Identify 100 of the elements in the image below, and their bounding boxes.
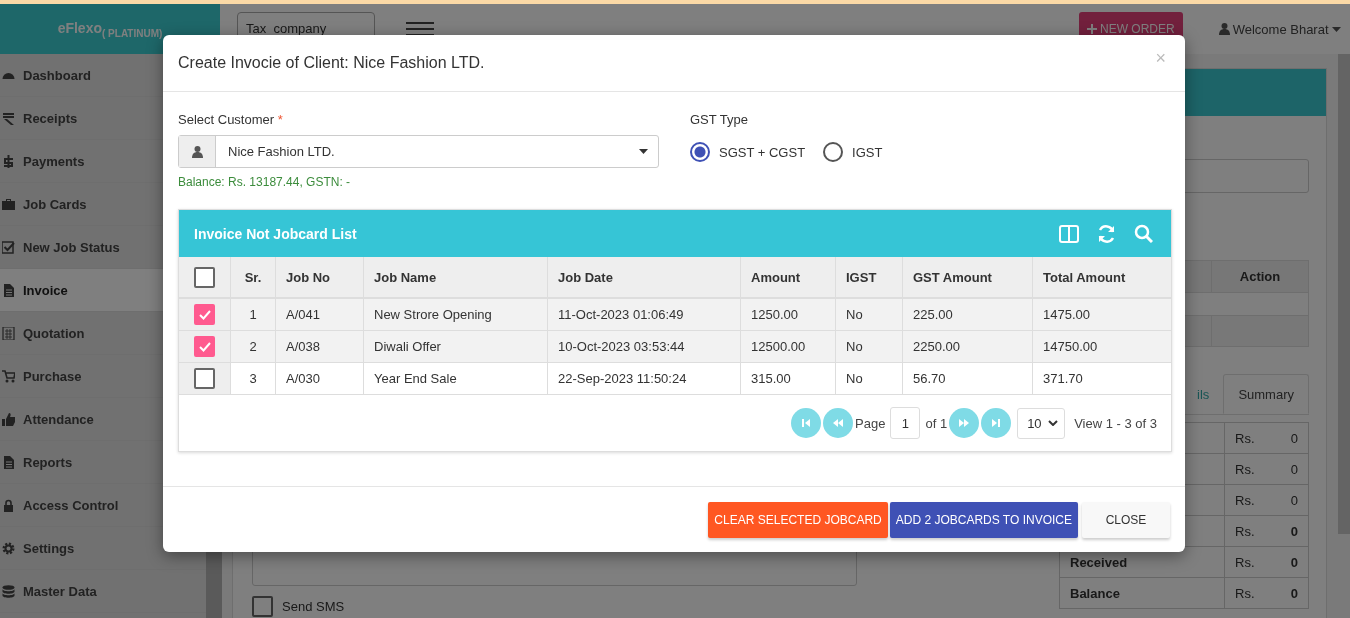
table-row[interactable]: 3 A/030 Year End Sale 22-Sep-2023 11:50:24 315.00 No 56.70 371.70: [179, 363, 1171, 395]
table-cell: 56.70: [913, 371, 946, 386]
table-cell: 11-Oct-2023 01:06:49: [558, 307, 684, 322]
columns-icon[interactable]: [1059, 224, 1079, 243]
table-cell: 0: [1290, 523, 1298, 539]
rupee-icon: [2, 111, 15, 125]
check-icon: [198, 309, 211, 320]
dollar-icon: [2, 154, 15, 168]
table-cell: No: [846, 339, 863, 354]
page-input[interactable]: 1: [890, 407, 921, 439]
table-cell: A/030: [286, 371, 320, 386]
search-icon[interactable]: [1134, 224, 1153, 243]
radio-option[interactable]: IGST: [823, 142, 883, 162]
table-cell: 3: [249, 371, 257, 386]
dialog-button[interactable]: CLOSE: [1082, 501, 1170, 538]
table-cell: 1475.00: [1043, 307, 1090, 322]
table-cell: 0: [1290, 585, 1298, 601]
brand-name: eFlexo$_{( PLATINUM)}$: [57, 19, 163, 39]
scrollbar[interactable]: [1338, 54, 1350, 534]
refresh-icon[interactable]: [1097, 224, 1116, 243]
tab[interactable]: Summary: [1223, 374, 1309, 414]
skip-back-icon: [801, 418, 812, 428]
table-row[interactable]: 2 A/038 Diwali Offer 10-Oct-2023 03:53:44 12500.00 No 2250.00 14750.00: [179, 331, 1171, 363]
table-cell: 2250.00: [913, 339, 960, 354]
last-page-button[interactable]: [981, 408, 1012, 438]
caret-icon: [1331, 26, 1341, 32]
table-cell: 371.70: [1043, 371, 1083, 386]
table-cell: Diwali Offer: [374, 339, 441, 354]
radio-button[interactable]: [823, 142, 844, 162]
next-page-button[interactable]: [949, 408, 980, 438]
fast-forward-icon: [958, 418, 971, 428]
radio-option[interactable]: SGST + CGST: [690, 142, 806, 162]
caret-icon: [639, 149, 648, 154]
radio-button[interactable]: [690, 142, 710, 162]
table-cell: Rs.: [1235, 585, 1255, 601]
thumbs-up-icon: [2, 412, 15, 426]
dialog-button[interactable]: ADD 2 JOBCARDS TO INVOICE: [889, 501, 1078, 538]
record-count: View 1 - 3 of 3: [1074, 415, 1157, 431]
table-cell: New Strore Opening: [374, 307, 492, 322]
row-checkbox[interactable]: [194, 336, 215, 357]
column-header[interactable]: Sr.: [231, 257, 276, 297]
table-cell: 315.00: [751, 371, 791, 386]
column-header[interactable]: Job No: [276, 257, 364, 297]
table-cell: 0: [1290, 492, 1298, 508]
table-cell: 2: [249, 339, 257, 354]
row-checkbox[interactable]: [194, 304, 215, 325]
customer-select[interactable]: Nice Fashion LTD.: [178, 135, 659, 168]
table-cell: Balance: [1070, 585, 1120, 601]
table-cell: Received: [1070, 554, 1128, 570]
table-cell: No: [846, 307, 863, 322]
column-header[interactable]: Job Date: [548, 257, 741, 297]
row-checkbox[interactable]: [194, 368, 215, 389]
table-cell: 0: [1290, 554, 1298, 570]
table-cell: Rs.: [1235, 461, 1255, 477]
check-icon: [198, 341, 211, 352]
user-icon: [1218, 23, 1230, 35]
checkbox[interactable]: [252, 596, 273, 617]
page-label: Page: [855, 415, 886, 431]
gear-icon: [2, 541, 15, 555]
table-cell: Rs.: [1235, 430, 1255, 446]
table-cell: 0: [1290, 461, 1298, 477]
field-label: GST Type: [690, 112, 750, 127]
table-cell: 10-Oct-2023 03:53:44: [558, 339, 685, 354]
database-icon: [2, 584, 15, 598]
dialog-button[interactable]: CLEAR SELECTED JOBCARD: [708, 501, 888, 538]
calculator-icon: [2, 326, 15, 340]
column-header[interactable]: IGST: [836, 257, 903, 297]
column-header[interactable]: GST Amount: [903, 257, 1033, 297]
table-cell: 14750.00: [1043, 339, 1098, 354]
table-cell: 1250.00: [751, 307, 798, 322]
skip-forward-icon: [991, 418, 1002, 428]
table-cell: A/038: [286, 339, 320, 354]
table-cell: Rs.: [1235, 492, 1255, 508]
previous-page-button[interactable]: [823, 408, 854, 438]
table-cell: 12500.00: [751, 339, 806, 354]
table-cell: 225.00: [913, 307, 953, 322]
page-count: of 1: [925, 415, 948, 431]
table-row[interactable]: 1 A/041 New Strore Opening 11-Oct-2023 01:06:49 1250.00 No 225.00 1475.00: [179, 299, 1171, 331]
checkmark-icon: [2, 240, 15, 254]
table-cell: 22-Sep-2023 11:50:24: [558, 371, 687, 386]
table-cell: A/041: [286, 307, 320, 322]
column-header[interactable]: Total Amount: [1033, 257, 1171, 297]
table-cell: Rs.: [1235, 554, 1255, 570]
table-cell: Rs.: [1235, 523, 1255, 539]
table-cell: 0: [1290, 430, 1298, 446]
chevron-down-icon: [1048, 420, 1059, 426]
column-header[interactable]: Job Name: [364, 257, 548, 297]
table-cell: 1: [249, 307, 257, 322]
table-cell: No: [846, 371, 863, 386]
document-icon: [2, 283, 15, 297]
first-page-button[interactable]: [791, 408, 822, 438]
column-header[interactable]: Amount: [741, 257, 836, 297]
briefcase-icon: [2, 197, 15, 211]
rewind-icon: [832, 418, 845, 428]
cart-icon: [2, 369, 15, 383]
select-all-checkbox[interactable]: [194, 266, 215, 288]
user-menu[interactable]: Welcome Bharat: [1218, 21, 1341, 37]
column-header: Action: [1211, 261, 1308, 292]
table-cell: Year End Sale: [374, 371, 457, 386]
page-size-select[interactable]: 10: [1017, 407, 1066, 439]
